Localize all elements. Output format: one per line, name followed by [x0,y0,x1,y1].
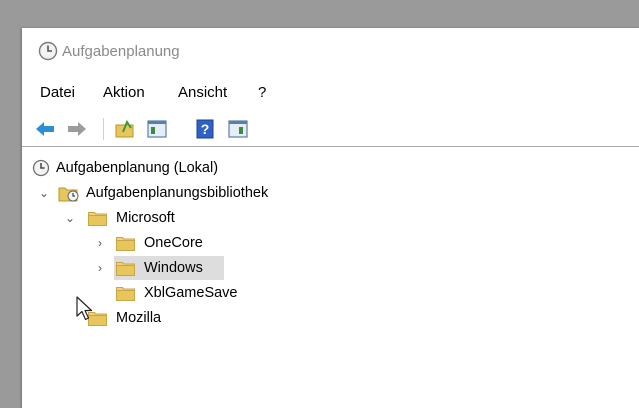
tree-label-mozilla: Mozilla [116,310,162,326]
forward-arrow-icon[interactable] [66,118,88,140]
show-hide-console-tree-icon[interactable] [146,118,168,140]
console-tree: Aufgabenplanung (Lokal) ⌄ Aufgabenplanun… [22,156,639,408]
tree-label-microsoft: Microsoft [116,210,175,226]
task-scheduler-window: Aufgabenplanung Datei Aktion Ansicht ? ?… [22,28,639,408]
show-hide-action-pane-icon[interactable] [227,118,249,140]
tree-label-onecore: OneCore [144,235,203,251]
folder-icon [116,235,135,251]
help-icon[interactable]: ? [194,118,216,140]
toolbar: ? [22,110,639,147]
menu-aktion[interactable]: Aktion [103,84,145,101]
mouse-cursor-icon [76,296,94,327]
menu-ansicht[interactable]: Ansicht [178,84,227,101]
menu-datei[interactable]: Datei [40,84,75,101]
title-bar[interactable]: Aufgabenplanung [22,28,639,74]
window-title: Aufgabenplanung [62,43,180,60]
svg-text:?: ? [201,121,210,137]
chevron-down-icon[interactable]: ⌄ [64,206,76,230]
chevron-right-icon[interactable]: › [94,231,106,255]
toolbar-separator [103,118,104,140]
chevron-down-icon[interactable]: ⌄ [38,181,50,205]
task-scheduler-clock-icon [38,41,58,66]
tree-label-xblgamesave: XblGameSave [144,285,238,301]
menu-help[interactable]: ? [258,84,266,101]
tree-label-windows: Windows [144,260,203,276]
tree-label-library: Aufgabenplanungsbibliothek [86,185,269,201]
folder-icon [116,260,135,276]
folder-up-icon[interactable] [114,118,136,140]
back-arrow-icon[interactable] [34,118,56,140]
chevron-right-icon[interactable]: › [94,256,106,280]
folder-icon [88,210,107,226]
menu-bar: Datei Aktion Ansicht ? [22,80,639,106]
folder-icon [116,285,135,301]
tree-label-root: Aufgabenplanung (Lokal) [56,160,219,176]
